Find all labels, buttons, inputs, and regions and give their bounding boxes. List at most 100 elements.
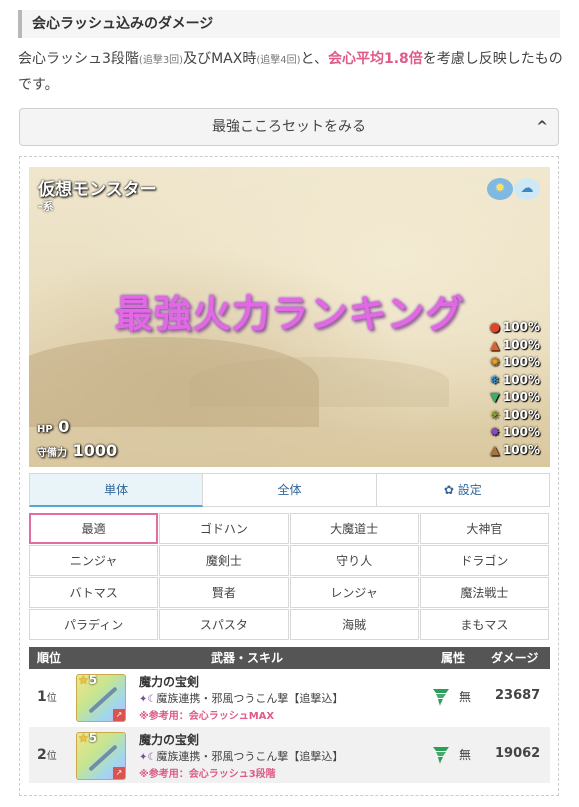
status-icons: ✹ ☁: [486, 177, 540, 200]
resistance-flame: ▲ 100%: [488, 338, 540, 356]
description-text: 会心ラッシュ3段階(追撃3回)及びMAX時(追撃4回)と、会心平均1.8倍を考慮…: [18, 47, 563, 98]
tab-all[interactable]: 全体: [203, 473, 377, 507]
table-header: 順位 武器・スキル 属性 ダメージ: [29, 647, 550, 669]
job-button[interactable]: まもマス: [419, 609, 549, 640]
monster-hp: HP 0: [37, 417, 69, 436]
table-row[interactable]: 1位 ★5 ↗ 魔力の宝剣 ✦☾魔族連携・邪風つうこん撃【追撃込】 ※参考用：会…: [29, 669, 550, 725]
cloud-icon: ☁: [514, 178, 540, 200]
job-button[interactable]: バトマス: [29, 577, 159, 608]
star-icon: ★5: [78, 674, 98, 687]
star-rank: 5: [88, 674, 98, 687]
resistance-value: 100%: [502, 442, 540, 457]
light-icon: ✳: [489, 407, 500, 422]
tornado-icon: [433, 689, 449, 706]
rank-suffix: 位: [46, 751, 57, 762]
job-button[interactable]: ゴドハン: [159, 513, 289, 544]
rank-suffix: 位: [46, 693, 57, 704]
attribute-value: 無: [459, 690, 472, 704]
resistance-dark: ✸ 100%: [488, 425, 540, 443]
resistance-value: 100%: [502, 320, 540, 334]
earth-icon: ▲: [490, 442, 500, 457]
tab-single[interactable]: 単体: [29, 473, 204, 507]
monster-banner: 仮想モンスター -系 ✹ ☁ 最強火力ランキング ● 100% ▲ 100% ✺ 100…: [29, 167, 550, 467]
ice-icon: ❄: [489, 372, 500, 387]
table-row[interactable]: 2位 ★5 ↗ 魔力の宝剣 ✦☾魔族連携・邪風つうこん撃【追撃込】 ※参考用：会…: [29, 727, 550, 783]
background-hill: [189, 357, 449, 407]
dark-icon: ✸: [489, 425, 500, 439]
desc-highlight: 会心平均1.8倍: [327, 51, 423, 67]
rank-number: 2: [37, 747, 47, 763]
skill-name: 魔族連携・邪風つうこん撃【追撃込】: [156, 692, 344, 705]
star-rank: 5: [88, 732, 98, 745]
skill-icon: ✦☾: [139, 752, 157, 763]
flame-icon: ▲: [490, 337, 500, 352]
damage-value: 23687: [495, 688, 541, 703]
def-label: 守備力: [37, 448, 67, 459]
resistance-value: 100%: [502, 355, 540, 369]
skill-line: ✦☾魔族連携・邪風つうこん撃【追撃込】: [139, 748, 343, 764]
job-button[interactable]: レンジャ: [289, 577, 419, 608]
job-button[interactable]: 守り人: [289, 545, 419, 576]
attribute-value: 無: [459, 748, 472, 762]
hp-label: HP: [37, 424, 53, 435]
header-weapon: 武器・スキル: [211, 651, 284, 665]
section-heading: 会心ラッシュ込みのダメージ: [18, 10, 560, 38]
monster-name: 仮想モンスター: [38, 180, 157, 200]
rank-number: 1: [37, 689, 47, 705]
explosion-icon: ✺: [489, 355, 500, 369]
job-button[interactable]: 大魔道士: [289, 513, 419, 544]
job-button[interactable]: パラディン: [29, 609, 159, 640]
job-button[interactable]: ニンジャ: [29, 545, 159, 576]
job-button[interactable]: 海賊: [289, 609, 419, 640]
skill-name: 魔族連携・邪風つうこん撃【追撃込】: [156, 750, 344, 763]
monster-type: -系: [38, 200, 54, 213]
resistance-value: 100%: [502, 372, 540, 387]
def-value: 1000: [72, 441, 118, 460]
rank-cell: 1位: [37, 689, 57, 705]
header-attr: 属性: [441, 651, 466, 665]
weapon-type-icon: ↗: [113, 767, 125, 779]
resistance-value: 100%: [502, 390, 540, 404]
tab-settings[interactable]: ✿ 設定: [376, 473, 550, 507]
gear-icon: ✿: [443, 483, 454, 497]
weapon-thumbnail: ★5 ↗: [76, 674, 126, 722]
job-button[interactable]: 魔剣士: [159, 545, 289, 576]
target-tabs: 単体 全体 ✿ 設定: [29, 473, 550, 507]
resistance-list: ● 100% ▲ 100% ✺ 100% ❄ 100% ▼ 100% ✳ 100% ✸ 100…: [488, 320, 540, 460]
desc-part: 及びMAX時: [183, 51, 257, 67]
resistance-value: 100%: [502, 407, 540, 422]
header-rank: 順位: [37, 651, 62, 665]
damage-value: 19062: [495, 746, 541, 761]
tornado-icon: [433, 747, 449, 764]
rank-cell: 2位: [37, 747, 57, 763]
weapon-type-icon: ↗: [113, 709, 125, 721]
star-icon: ★5: [78, 732, 98, 745]
desc-note: (追撃3回): [138, 55, 184, 66]
job-button[interactable]: 賢者: [159, 577, 289, 608]
job-filter-grid: 最適 ゴドハン 大魔道士 大神官 ニンジャ 魔剣士 守り人 ドラゴン バトマス …: [29, 513, 550, 641]
resistance-light: ✳ 100%: [488, 408, 540, 426]
hp-value: 0: [58, 417, 70, 436]
resistance-fire: ● 100%: [488, 320, 540, 338]
reference-note: ※参考用：会心ラッシュMAX: [139, 711, 275, 722]
weapon-name: 魔力の宝剣: [139, 675, 200, 689]
resistance-explosion: ✺ 100%: [488, 355, 540, 373]
desc-note: (追撃4回): [256, 55, 301, 66]
job-button[interactable]: 魔法戦士: [419, 577, 549, 608]
job-button[interactable]: 最適: [29, 513, 159, 544]
weapon-name: 魔力の宝剣: [139, 733, 200, 747]
best-kokoro-set-accordion[interactable]: 最強こころセットをみる ^: [19, 108, 559, 146]
header-damage: ダメージ: [491, 651, 539, 665]
job-button[interactable]: 大神官: [419, 513, 549, 544]
resistance-earth: ▲ 100%: [488, 443, 540, 461]
job-button[interactable]: ドラゴン: [419, 545, 549, 576]
reference-note: ※参考用：会心ラッシュ3段階: [139, 769, 276, 780]
chevron-up-icon: ^: [536, 119, 548, 135]
skill-line: ✦☾魔族連携・邪風つうこん撃【追撃込】: [139, 690, 343, 706]
weapon-thumbnail: ★5 ↗: [76, 732, 126, 780]
resistance-value: 100%: [502, 337, 540, 352]
job-button[interactable]: スパスタ: [159, 609, 289, 640]
resistance-value: 100%: [502, 425, 540, 439]
desc-part: 会心ラッシュ3段階: [18, 51, 139, 67]
sun-icon: ✹: [487, 178, 513, 200]
